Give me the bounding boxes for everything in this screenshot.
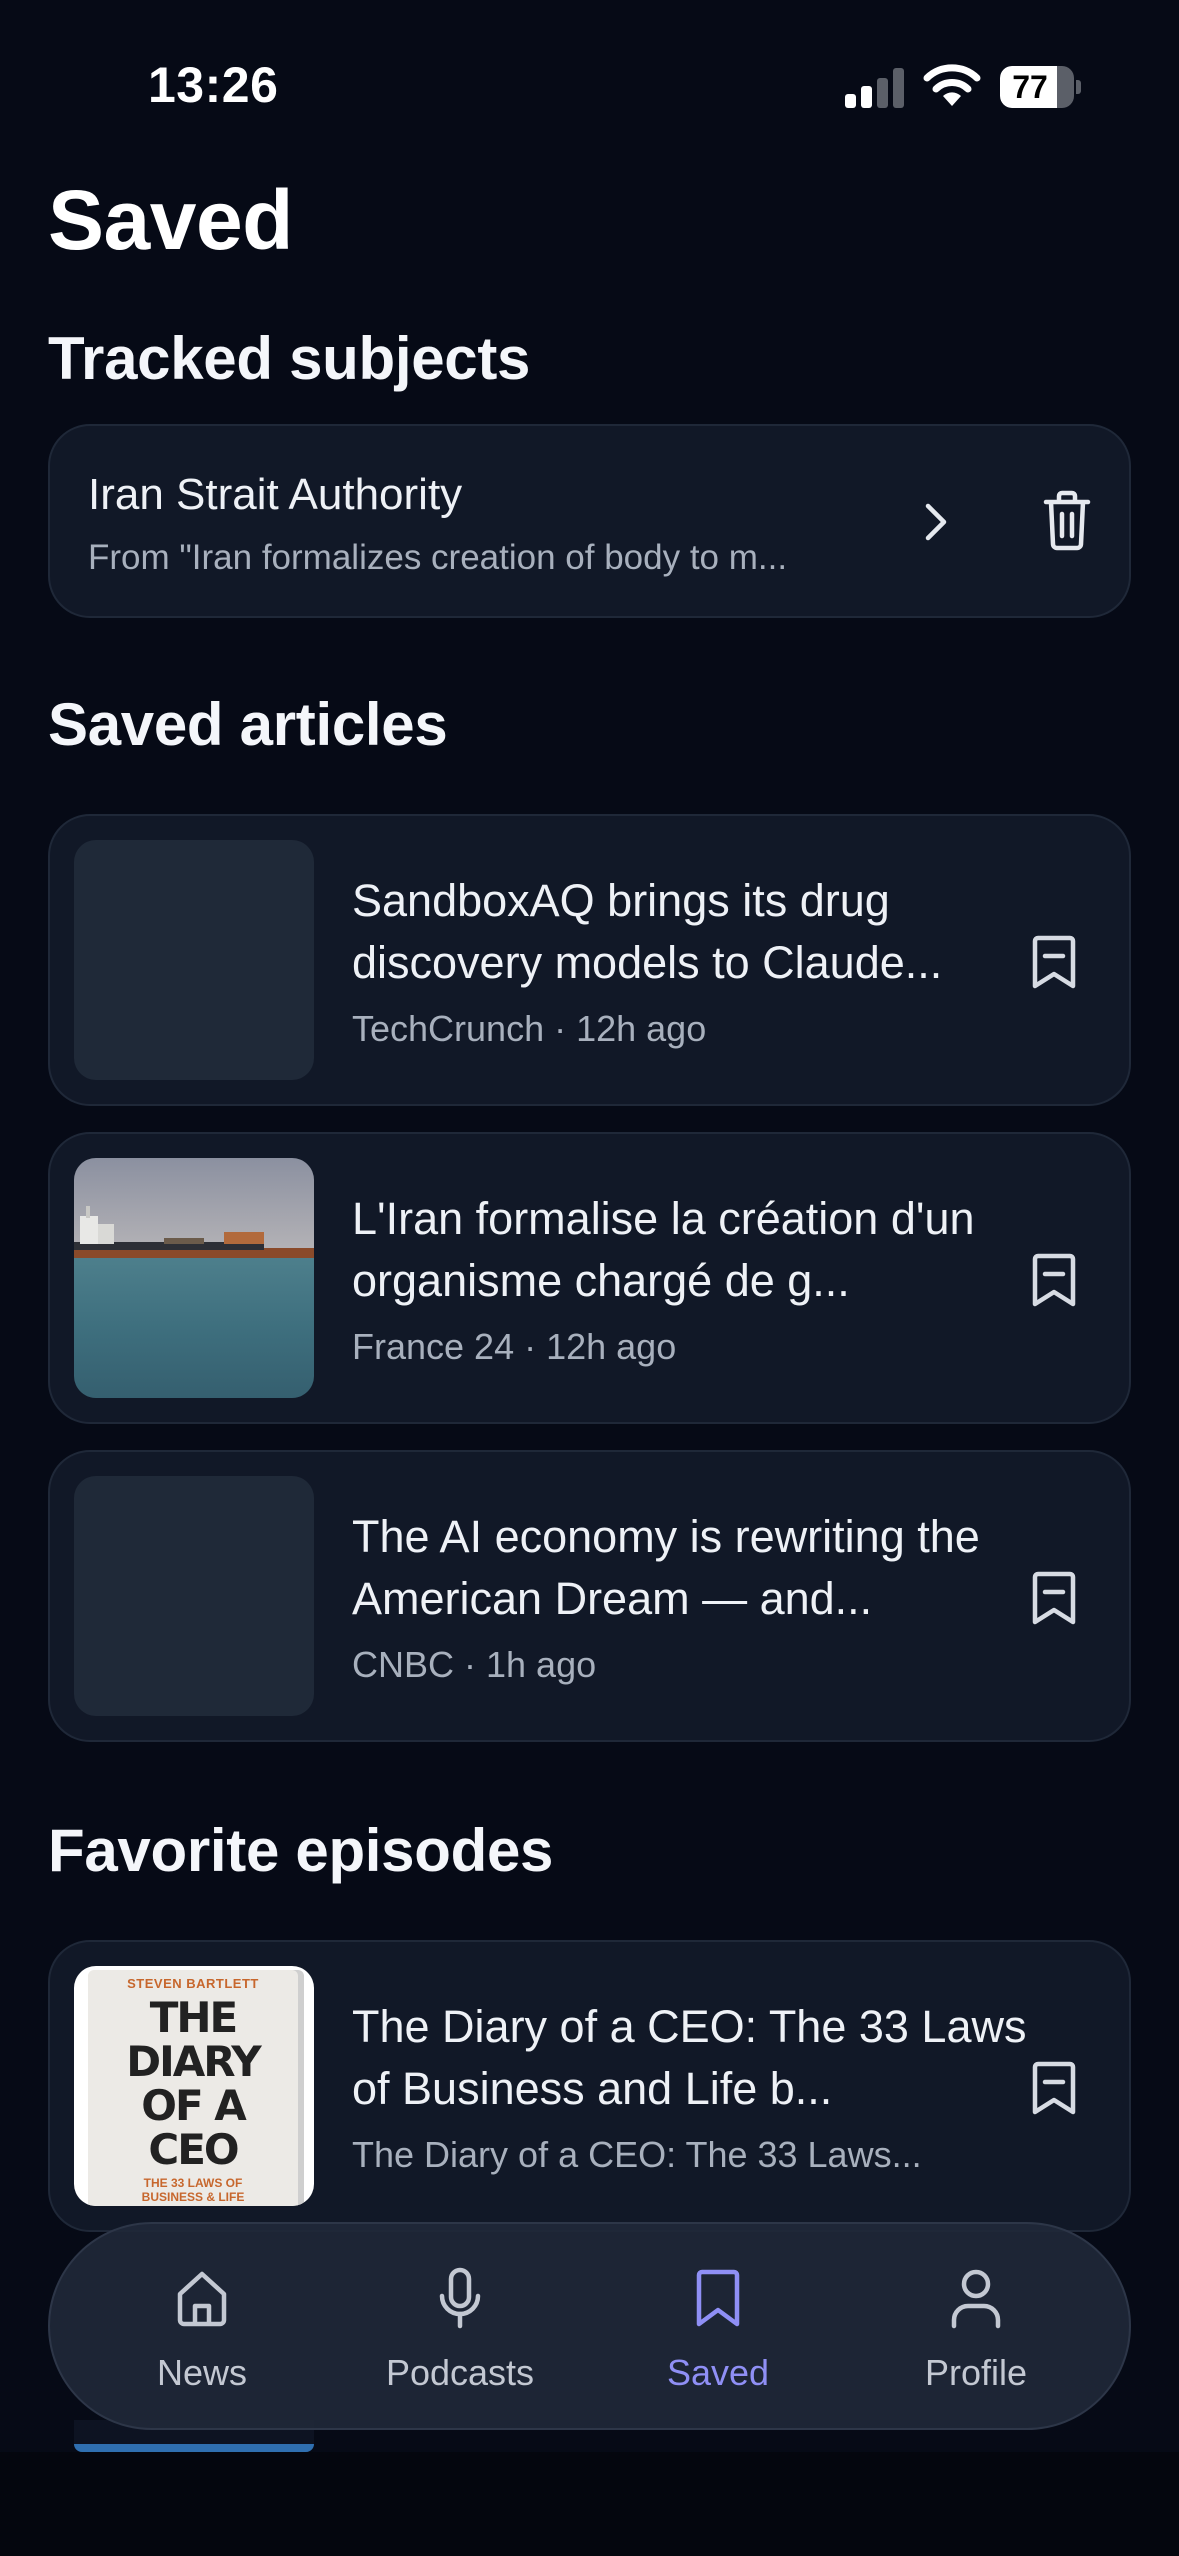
page-title: Saved — [48, 173, 294, 267]
trash-icon[interactable] — [1040, 488, 1094, 552]
status-time: 13:26 — [148, 57, 279, 113]
home-indicator-area — [0, 2452, 1179, 2556]
tracked-subject-source: From "Iran formalizes creation of body t… — [88, 538, 788, 577]
saved-articles-heading: Saved articles — [48, 691, 448, 758]
saved-article-card[interactable]: SandboxAQ brings its drug discovery mode… — [48, 814, 1131, 1106]
article-thumbnail-placeholder — [74, 1476, 314, 1716]
article-title: The AI economy is rewriting the American… — [352, 1511, 980, 1624]
episode-cover-image: STEVEN BARTLETT THE DIARY OF A CEO THE 3… — [74, 1966, 314, 2206]
favorite-episode-card[interactable]: STEVEN BARTLETT THE DIARY OF A CEO THE 3… — [48, 1940, 1131, 2232]
bookmark-icon[interactable] — [1026, 1568, 1082, 1628]
bottom-tab-bar: News Podcasts Saved Profile — [48, 2222, 1131, 2430]
tab-saved[interactable]: Saved — [608, 2224, 828, 2432]
microphone-icon — [439, 2267, 481, 2329]
article-thumbnail-ship — [74, 1158, 314, 1398]
bookmark-icon[interactable] — [1026, 2058, 1082, 2118]
tab-profile-label: Profile — [924, 2352, 1028, 2393]
status-bar: 13:26 77 — [0, 0, 1179, 150]
article-thumbnail-placeholder — [74, 840, 314, 1080]
episode-show: The Diary of a CEO: The 33 Laws... — [352, 2134, 922, 2175]
tab-saved-label: Saved — [666, 2352, 770, 2393]
person-icon — [951, 2269, 1001, 2329]
article-meta: TechCrunch · 12h ago — [352, 1008, 707, 1049]
chevron-right-icon[interactable] — [912, 492, 962, 552]
tab-profile[interactable]: Profile — [866, 2224, 1086, 2432]
saved-article-card[interactable]: L'Iran formalise la création d'un organi… — [48, 1132, 1131, 1424]
article-title: L'Iran formalise la création d'un organi… — [352, 1193, 975, 1306]
battery-icon: 77 — [1000, 66, 1081, 108]
cellular-signal-icon — [845, 68, 905, 108]
tab-podcasts[interactable]: Podcasts — [350, 2224, 570, 2432]
bookmark-icon[interactable] — [1026, 1250, 1082, 1310]
saved-screen: 13:26 77 Saved Tracked subjects Iran Str… — [0, 0, 1179, 2556]
home-icon — [177, 2271, 227, 2327]
article-title: SandboxAQ brings its drug discovery mode… — [352, 875, 943, 988]
favorite-episodes-heading: Favorite episodes — [48, 1817, 554, 1884]
bookmark-icon[interactable] — [1026, 932, 1082, 992]
article-meta: CNBC · 1h ago — [352, 1644, 597, 1685]
tracked-subject-name: Iran Strait Authority — [88, 470, 463, 519]
tracked-subjects-heading: Tracked subjects — [48, 325, 531, 392]
article-meta: France 24 · 12h ago — [352, 1326, 677, 1367]
tab-news-label: News — [156, 2352, 248, 2393]
episode-title: The Diary of a CEO: The 33 Laws of Busin… — [352, 2001, 1027, 2114]
tab-podcasts-label: Podcasts — [385, 2352, 535, 2393]
tracked-subject-card[interactable]: Iran Strait Authority From "Iran formali… — [48, 424, 1131, 618]
wifi-icon — [923, 64, 981, 106]
tab-news[interactable]: News — [92, 2224, 312, 2432]
bookmark-icon — [696, 2269, 740, 2327]
saved-article-card[interactable]: The AI economy is rewriting the American… — [48, 1450, 1131, 1742]
battery-percent: 77 — [1012, 69, 1048, 105]
